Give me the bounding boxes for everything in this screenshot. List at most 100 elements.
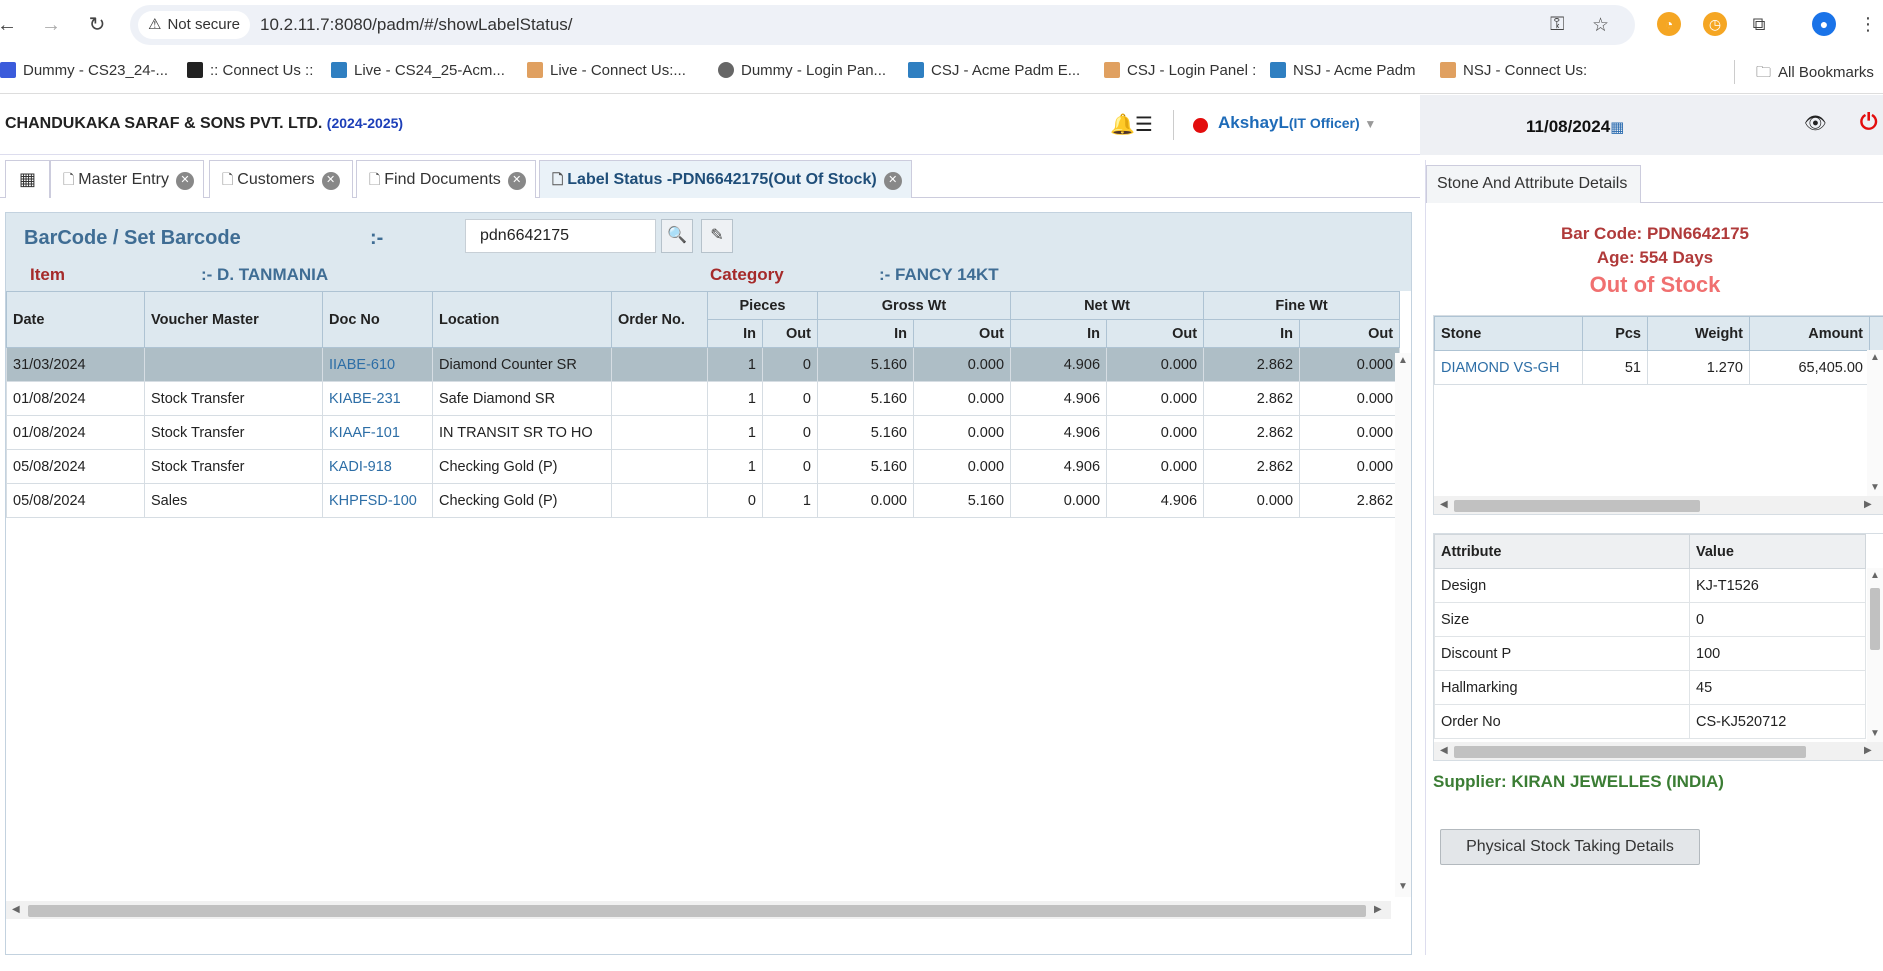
- col-doc-no[interactable]: Doc No: [322, 291, 433, 348]
- scroll-down-icon[interactable]: ▼: [1398, 881, 1408, 892]
- attribute-vertical-scrollbar[interactable]: ▲ ▼: [1867, 568, 1883, 742]
- kebab-menu-icon[interactable]: ⋮: [1856, 12, 1880, 36]
- bookmark-item[interactable]: Live - Connect Us:...: [527, 62, 686, 79]
- all-bookmarks[interactable]: 🗀 All Bookmarks: [1756, 62, 1874, 87]
- bookmark-item[interactable]: Dummy - CS23_24-...: [0, 62, 168, 79]
- forward-arrow-icon[interactable]: →: [38, 12, 64, 38]
- scroll-up-icon[interactable]: ▲: [1870, 352, 1880, 363]
- col-pieces-in[interactable]: In: [707, 319, 763, 348]
- bookmark-item[interactable]: CSJ - Acme Padm E...: [908, 62, 1080, 79]
- scroll-right-icon[interactable]: ▶: [1864, 499, 1872, 510]
- search-button[interactable]: 🔍: [661, 219, 693, 253]
- scroll-down-icon[interactable]: ▼: [1870, 482, 1880, 493]
- scroll-thumb[interactable]: [1454, 746, 1806, 758]
- col-net-in[interactable]: In: [1010, 319, 1108, 348]
- col-order-no[interactable]: Order No.: [611, 291, 708, 348]
- close-icon[interactable]: ✕: [507, 172, 526, 190]
- scroll-thumb[interactable]: [28, 905, 1366, 917]
- scroll-left-icon[interactable]: ◀: [12, 904, 20, 915]
- star-icon[interactable]: ☆: [1592, 14, 1609, 37]
- bookmark-item[interactable]: CSJ - Login Panel :: [1104, 62, 1256, 79]
- scroll-thumb[interactable]: [1454, 500, 1700, 512]
- tab-stone-attribute-details[interactable]: Stone And Attribute Details: [1426, 165, 1641, 203]
- scroll-down-icon[interactable]: ▼: [1870, 728, 1880, 739]
- col-fine-in[interactable]: In: [1203, 319, 1301, 348]
- scroll-right-icon[interactable]: ▶: [1374, 904, 1382, 915]
- doc-link[interactable]: KADI-918: [322, 449, 433, 484]
- reload-icon[interactable]: ↻: [84, 12, 110, 38]
- col-gross-in[interactable]: In: [817, 319, 914, 348]
- eye-slash-icon[interactable]: 👁: [1804, 113, 1827, 134]
- power-icon[interactable]: ⏻: [1860, 109, 1877, 135]
- col-pieces-out[interactable]: Out: [762, 319, 818, 348]
- address-bar[interactable]: ⚠ Not secure 10.2.11.7:8080/padm/#/showLa…: [130, 5, 1635, 45]
- col-fine-out[interactable]: Out: [1299, 319, 1401, 348]
- doc-link[interactable]: KHPFSD-100: [322, 483, 433, 518]
- close-icon[interactable]: ✕: [175, 172, 194, 190]
- date-picker[interactable]: 11/08/2024▦: [1526, 117, 1624, 137]
- security-chip[interactable]: ⚠ Not secure: [138, 11, 250, 39]
- col-stone[interactable]: Stone: [1434, 316, 1583, 351]
- bookmark-item[interactable]: NSJ - Connect Us:: [1440, 62, 1587, 79]
- doc-link[interactable]: IIABE-610: [322, 347, 433, 382]
- bookmark-item[interactable]: Live - CS24_25-Acm...: [331, 62, 505, 79]
- extension-clock-icon[interactable]: ◷: [1703, 12, 1727, 36]
- table-row[interactable]: Size 0: [1434, 602, 1866, 637]
- col-value[interactable]: Value: [1689, 534, 1866, 569]
- scroll-right-icon[interactable]: ▶: [1864, 745, 1872, 756]
- tab-find-documents[interactable]: 🗋 Find Documents ✕: [356, 160, 536, 198]
- col-amount[interactable]: Amount: [1749, 316, 1870, 351]
- table-row[interactable]: DIAMOND VS-GH 51 1.270 65,405.00: [1434, 350, 1883, 385]
- close-icon[interactable]: ✕: [321, 172, 340, 190]
- bookmark-item[interactable]: Dummy - Login Pan...: [718, 62, 886, 79]
- scroll-up-icon[interactable]: ▲: [1398, 355, 1408, 366]
- close-icon[interactable]: ✕: [883, 172, 902, 190]
- col-date[interactable]: Date: [6, 291, 145, 348]
- stone-horizontal-scrollbar[interactable]: ◀ ▶: [1434, 496, 1883, 514]
- tab-master-entry[interactable]: 🗋 Master Entry ✕: [50, 160, 204, 198]
- profile-icon[interactable]: ●: [1812, 12, 1836, 36]
- scroll-up-icon[interactable]: ▲: [1870, 570, 1880, 581]
- table-row[interactable]: 01/08/2024 Stock Transfer KIAAF-101 IN T…: [6, 415, 1401, 450]
- user-menu[interactable]: AkshayL(IT Officer) ▼: [1218, 113, 1376, 133]
- extension-speed-icon[interactable]: ◔: [1657, 12, 1681, 36]
- edit-button[interactable]: ✎: [701, 219, 733, 253]
- tab-label-status[interactable]: 🗋 Label Status -PDN6642175(Out Of Stock) ✕: [539, 160, 912, 198]
- key-icon[interactable]: ⚿: [1550, 14, 1564, 36]
- bookmark-item[interactable]: NSJ - Acme Padm: [1270, 62, 1416, 79]
- table-row[interactable]: Design KJ-T1526: [1434, 568, 1866, 603]
- doc-link[interactable]: KIABE-231: [322, 381, 433, 416]
- table-horizontal-scrollbar[interactable]: ◀ ▶: [6, 901, 1391, 919]
- col-net-out[interactable]: Out: [1106, 319, 1205, 348]
- table-row[interactable]: 01/08/2024 Stock Transfer KIABE-231 Safe…: [6, 381, 1401, 416]
- barcode-input[interactable]: [465, 219, 656, 253]
- col-weight[interactable]: Weight: [1647, 316, 1750, 351]
- tab-customers[interactable]: 🗋 Customers ✕: [209, 160, 353, 198]
- scroll-left-icon[interactable]: ◀: [1440, 499, 1448, 510]
- bell-icon[interactable]: 🔔: [1110, 112, 1135, 137]
- col-location[interactable]: Location: [432, 291, 612, 348]
- col-pcs[interactable]: Pcs: [1582, 316, 1648, 351]
- col-voucher-master[interactable]: Voucher Master: [144, 291, 323, 348]
- scroll-left-icon[interactable]: ◀: [1440, 745, 1448, 756]
- physical-stock-taking-button[interactable]: Physical Stock Taking Details: [1440, 829, 1700, 865]
- table-row[interactable]: 31/03/2024 IIABE-610 Diamond Counter SR …: [6, 347, 1401, 382]
- list-menu-icon[interactable]: ☰: [1135, 112, 1153, 137]
- back-arrow-icon[interactable]: ←: [0, 12, 20, 38]
- table-row[interactable]: Hallmarking 45: [1434, 670, 1866, 705]
- scroll-thumb[interactable]: [1870, 588, 1880, 650]
- col-gross-out[interactable]: Out: [912, 319, 1012, 348]
- col-attribute[interactable]: Attribute: [1434, 534, 1690, 569]
- table-vertical-scrollbar[interactable]: ▲ ▼: [1395, 353, 1411, 897]
- bookmark-item[interactable]: :: Connect Us ::: [187, 62, 313, 79]
- url-text[interactable]: 10.2.11.7:8080/padm/#/showLabelStatus/: [260, 15, 573, 35]
- apps-grid-icon[interactable]: ▦: [5, 160, 50, 198]
- doc-link[interactable]: KIAAF-101: [322, 415, 433, 450]
- attribute-horizontal-scrollbar[interactable]: ◀ ▶: [1434, 742, 1883, 760]
- calendar-icon[interactable]: ▦: [1610, 119, 1624, 136]
- table-row[interactable]: 05/08/2024 Stock Transfer KADI-918 Check…: [6, 449, 1401, 484]
- stone-vertical-scrollbar[interactable]: ▲ ▼: [1867, 350, 1883, 496]
- puzzle-icon[interactable]: ⧉: [1747, 12, 1771, 36]
- table-row[interactable]: Discount P 100: [1434, 636, 1866, 671]
- table-row[interactable]: 05/08/2024 Sales KHPFSD-100 Checking Gol…: [6, 483, 1401, 518]
